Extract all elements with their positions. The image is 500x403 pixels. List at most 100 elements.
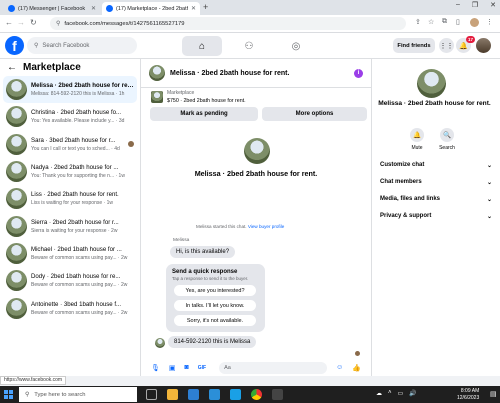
info-name: Melissa · 2bed 2bath house for rent. <box>378 100 491 107</box>
close-window-button[interactable]: ✕ <box>490 1 496 9</box>
mute-action[interactable]: 🔔 Mute <box>402 128 432 151</box>
network-icon[interactable]: ▭ <box>398 390 404 397</box>
chrome-icon[interactable] <box>251 389 262 400</box>
gif-icon[interactable]: GIF <box>198 365 206 371</box>
chevron-up-icon[interactable]: ˄ <box>388 390 392 397</box>
conversation-preview: You: Yes available. Please include y... … <box>31 118 125 125</box>
share-icon[interactable]: ⇪ <box>415 18 421 26</box>
conversation-item[interactable]: Melissa · 2bed 2bath house for rent. Mel… <box>3 76 137 104</box>
tab-marketplace[interactable]: (17) Marketplace - 2bed 2bath ✕ <box>102 2 200 15</box>
view-buyer-profile-link[interactable]: View buyer profile <box>248 224 284 229</box>
customize-chat-section[interactable]: Customize chat ⌄ <box>380 162 492 169</box>
image-icon[interactable]: ▣ <box>169 364 176 372</box>
conversation-item[interactable]: Antoinette · 3bed 1bath house f... Bewar… <box>3 294 137 321</box>
store-icon[interactable] <box>230 389 241 400</box>
site-info-icon[interactable]: ⚲ <box>56 20 60 27</box>
facebook-logo[interactable]: f <box>5 36 24 55</box>
message-input[interactable]: Aa <box>219 361 328 374</box>
marketplace-listing-bar[interactable]: Marketplace $750 · 2bed 2bath house for … <box>151 90 246 104</box>
minimize-button[interactable]: – <box>456 1 460 9</box>
chevron-down-icon: ⌄ <box>486 180 492 186</box>
marketplace-label: Marketplace <box>167 90 195 96</box>
quick-reply-not-available-button[interactable]: Sorry, it's not available. <box>174 315 256 326</box>
find-friends-button[interactable]: Find friends <box>393 38 435 53</box>
conversation-preview: Beware of common scams using pay... · 2w <box>31 309 128 316</box>
microphone-icon[interactable]: 🎙 <box>151 364 160 372</box>
chat-avatar[interactable] <box>149 65 165 81</box>
chat-info-panel: Melissa · 2bed 2bath house for rent. 🔔 M… <box>371 59 500 376</box>
new-tab-button[interactable]: + <box>203 2 208 12</box>
chat-title[interactable]: Melissa · 2bed 2bath house for rent. <box>170 70 371 77</box>
emoji-icon[interactable]: ☺ <box>336 364 343 371</box>
weather-icon[interactable]: ☁ <box>376 390 382 397</box>
notifications-icon[interactable]: ▤ <box>490 390 497 398</box>
conversation-name: Antoinette · 3bed 1bath house f... <box>31 300 122 308</box>
profile-avatar[interactable] <box>470 18 479 27</box>
conversation-item[interactable]: Nadya · 2bed 2bath house for ... You: Th… <box>3 158 137 185</box>
chat-big-name: Melissa · 2bed 2bath house for rent. <box>194 169 318 178</box>
search-action[interactable]: 🔍 Search <box>432 128 462 151</box>
mark-as-pending-button[interactable]: Mark as pending <box>150 107 258 121</box>
quick-reply-yes-button[interactable]: Yes, are you interested? <box>174 285 256 296</box>
chat-members-section[interactable]: Chat members ⌄ <box>380 179 492 186</box>
conversation-name: Sierra · 2bed 2bath house for r... <box>31 218 119 226</box>
extensions-icon[interactable]: ⧉ <box>442 18 447 26</box>
close-tab-icon[interactable]: ✕ <box>191 5 196 12</box>
windows-taskbar: ⚲ Type here to search ☁ ˄ ▭ 🔊 8:09 AM 12… <box>0 386 500 403</box>
mail-icon[interactable] <box>188 389 199 400</box>
back-arrow-icon[interactable]: ← <box>7 62 17 73</box>
chevron-down-icon: ⌄ <box>486 214 492 220</box>
tab-messenger[interactable]: (17) Messenger | Facebook ✕ <box>4 2 100 15</box>
conversation-item[interactable]: Christina · 2bed 2bath house fo... You: … <box>3 103 137 130</box>
conversation-name: Liss · 2bed 2bath house for rent. <box>31 191 119 199</box>
notification-badge: 17 <box>466 36 476 43</box>
status-url: https://www.facebook.com <box>0 376 67 385</box>
file-explorer-icon[interactable] <box>167 389 178 400</box>
browser-tab-bar: (17) Messenger | Facebook ✕ (17) Marketp… <box>0 0 500 15</box>
facebook-search-input[interactable]: ⚲ Search Facebook <box>27 37 137 54</box>
windows-start-icon[interactable] <box>4 390 13 399</box>
privacy-support-section[interactable]: Privacy & support ⌄ <box>380 213 492 220</box>
conversation-preview: Beware of common scams using pay... · 2w <box>31 254 128 261</box>
groups-nav-icon[interactable]: ◎ <box>276 36 316 56</box>
edge-icon[interactable] <box>209 389 220 400</box>
app-icon[interactable] <box>272 389 283 400</box>
volume-icon[interactable]: 🔊 <box>409 390 416 397</box>
quick-reply-in-talks-button[interactable]: In talks. I'll let you know. <box>174 300 256 311</box>
taskbar-search-input[interactable]: ⚲ Type here to search <box>19 387 137 402</box>
reload-icon[interactable]: ↻ <box>30 18 37 27</box>
taskbar-clock[interactable]: 8:09 AM 12/6/2023 <box>457 388 479 401</box>
more-options-button[interactable]: More options <box>262 107 367 121</box>
conversation-item[interactable]: Dody · 2bed 1bath house for re... Beware… <box>3 267 137 294</box>
sticker-icon[interactable]: ◙ <box>185 364 189 371</box>
like-thumb-icon[interactable]: 👍 <box>352 364 361 372</box>
bookmark-star-icon[interactable]: ☆ <box>428 18 434 26</box>
chevron-down-icon: ⌄ <box>486 197 492 203</box>
bell-icon: 🔔 <box>410 128 424 142</box>
close-tab-icon[interactable]: ✕ <box>91 5 96 12</box>
address-bar[interactable]: ⚲ facebook.com/messages/t/14275611655271… <box>50 17 406 30</box>
menu-dots-icon[interactable]: ⋮ <box>486 18 493 26</box>
section-label: Chat members <box>380 179 422 185</box>
facebook-header: f ⚲ Search Facebook ⌂ ⚇ ◎ Find friends ⋮… <box>0 33 500 59</box>
side-panel-icon[interactable]: ▯ <box>456 18 460 26</box>
task-view-icon[interactable] <box>146 389 157 400</box>
conversation-item[interactable]: Michael · 2bed 1bath house for ... Bewar… <box>3 240 137 267</box>
maximize-button[interactable]: ❐ <box>472 1 478 9</box>
conversation-item[interactable]: Liss · 2bed 2bath house for rent. Liss i… <box>3 185 137 212</box>
conversation-item[interactable]: Sierra · 2bed 2bath house for r... Sierr… <box>3 212 137 239</box>
home-nav-icon[interactable]: ⌂ <box>182 36 222 56</box>
menu-grid-icon[interactable]: ⋮⋮ <box>439 38 454 53</box>
section-label: Media, files and links <box>380 196 441 202</box>
quick-response-title: Send a quick response <box>172 269 238 275</box>
forward-arrow-icon[interactable]: → <box>17 18 25 27</box>
conversation-item[interactable]: Sara · 3bed 2bath house for r... You can… <box>3 131 137 158</box>
conversation-name: Christina · 2bed 2bath house fo... <box>31 109 122 117</box>
info-icon[interactable]: i <box>354 69 363 78</box>
chat-panel: Melissa · 2bed 2bath house for rent. i M… <box>141 59 371 376</box>
conversation-name: Dody · 2bed 1bath house for re... <box>31 273 121 281</box>
account-avatar[interactable] <box>476 38 491 53</box>
back-arrow-icon[interactable]: ← <box>5 18 13 27</box>
friends-nav-icon[interactable]: ⚇ <box>229 36 269 56</box>
media-files-links-section[interactable]: Media, files and links ⌄ <box>380 196 492 203</box>
